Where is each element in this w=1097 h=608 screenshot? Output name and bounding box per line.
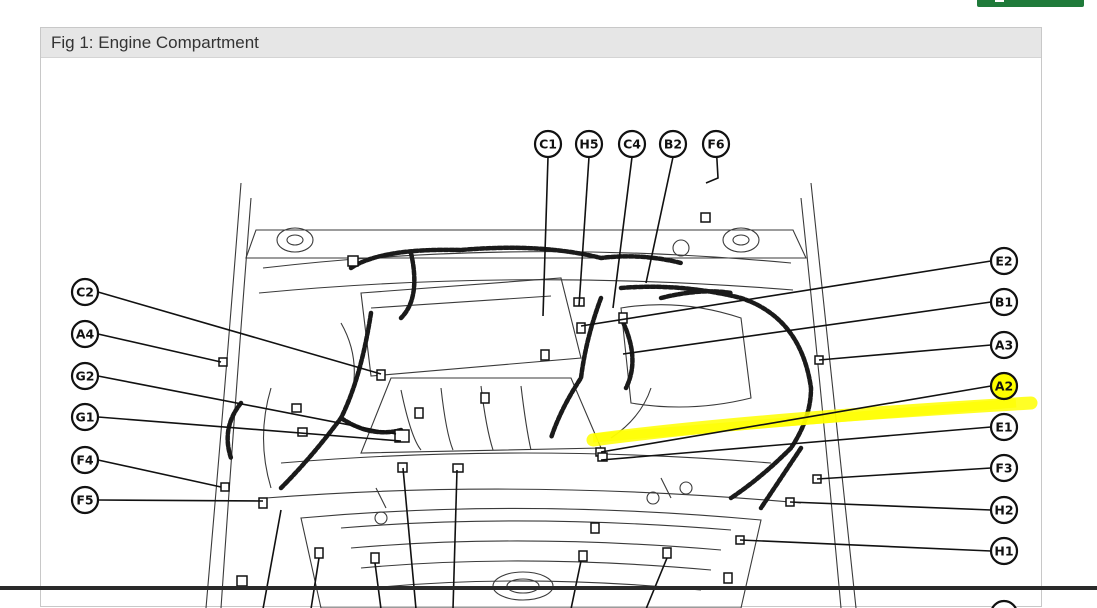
svg-text:A3: A3: [995, 338, 1013, 353]
engine-compartment-diagram: C1 H5 C4 B2 F6 C2 A4 G2 G1 F4 F5 E2 B1 A…: [70, 129, 1038, 608]
callout-f6[interactable]: F6: [701, 129, 731, 159]
callout-h5[interactable]: H5: [574, 129, 604, 159]
svg-text:E2: E2: [995, 254, 1012, 269]
svg-text:F4: F4: [76, 453, 94, 468]
callout-f5[interactable]: F5: [70, 485, 100, 515]
svg-text:A4: A4: [76, 327, 95, 342]
callout-c4[interactable]: C4: [617, 129, 647, 159]
svg-text:F3: F3: [995, 461, 1012, 476]
callout-f3[interactable]: F3: [989, 453, 1019, 483]
left-callouts: C2 A4 G2 G1 F4 F5: [70, 277, 100, 515]
callout-c2[interactable]: C2: [70, 277, 100, 307]
bottom-bar: [0, 586, 1097, 590]
svg-text:H2: H2: [994, 503, 1013, 518]
callout-b2[interactable]: B2: [658, 129, 688, 159]
callout-c1[interactable]: C1: [533, 129, 563, 159]
svg-text:B2: B2: [664, 137, 682, 152]
figure-title: Fig 1: Engine Compartment: [41, 28, 1041, 58]
callout-e2[interactable]: E2: [989, 246, 1019, 276]
svg-text:C1: C1: [539, 137, 557, 152]
callout-h2[interactable]: H2: [989, 495, 1019, 525]
callout-a3[interactable]: A3: [989, 330, 1019, 360]
callout-b1[interactable]: B1: [989, 287, 1019, 317]
svg-text:F6: F6: [707, 137, 725, 152]
callout-a2[interactable]: A2: [989, 371, 1019, 401]
download-icon: [995, 0, 1004, 2]
svg-text:G2: G2: [76, 369, 95, 384]
top-callouts: C1 H5 C4 B2 F6: [533, 129, 731, 159]
callout-f4[interactable]: F4: [70, 445, 100, 475]
top-right-action-button[interactable]: [977, 0, 1084, 7]
svg-text:H5: H5: [579, 137, 598, 152]
right-callouts: E2 B1 A3 A2 E1 F3 H2 H1: [989, 246, 1019, 608]
callout-g1[interactable]: G1: [70, 402, 100, 432]
svg-text:G1: G1: [76, 410, 95, 425]
svg-text:C2: C2: [76, 285, 94, 300]
svg-text:H1: H1: [994, 544, 1013, 559]
svg-text:F5: F5: [76, 493, 93, 508]
callout-g2[interactable]: G2: [70, 361, 100, 391]
leader-lines: [97, 142, 992, 608]
svg-text:B1: B1: [995, 295, 1013, 310]
callout-h1[interactable]: H1: [989, 536, 1019, 566]
svg-text:E1: E1: [995, 420, 1012, 435]
figure-panel: Fig 1: Engine Compartment C1 H5 C4 B2 F6…: [40, 27, 1042, 608]
callout-a4[interactable]: A4: [70, 319, 100, 349]
svg-text:C4: C4: [623, 137, 641, 152]
callout-partial: [991, 599, 1017, 608]
svg-text:A2: A2: [995, 379, 1013, 394]
connectors: [218, 212, 824, 587]
callout-e1[interactable]: E1: [989, 412, 1019, 442]
